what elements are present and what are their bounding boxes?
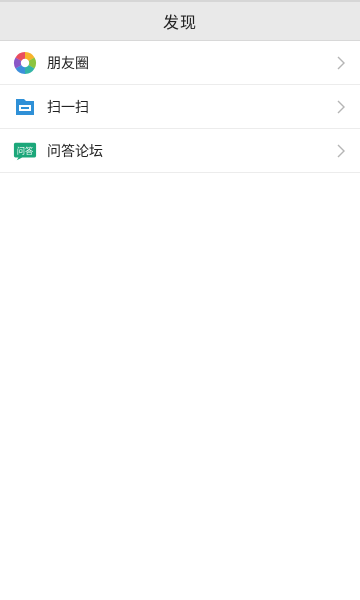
chevron-right-icon — [332, 54, 350, 72]
chevron-right-icon — [332, 142, 350, 160]
forum-icon-text: 问答 — [17, 145, 34, 155]
aperture-icon — [13, 51, 37, 75]
list-item-label: 扫一扫 — [47, 99, 89, 116]
discover-list: 朋友圈 扫一扫 问答 问答论坛 — [0, 41, 360, 173]
list-item-scan[interactable]: 扫一扫 — [0, 85, 360, 129]
forum-icon: 问答 — [13, 139, 37, 163]
scan-icon — [13, 95, 37, 119]
page-title-bar: 发现 — [0, 2, 360, 41]
list-item-label: 问答论坛 — [47, 143, 103, 160]
list-item-forum[interactable]: 问答 问答论坛 — [0, 129, 360, 173]
page-title: 发现 — [162, 13, 197, 32]
list-item-label: 朋友圈 — [47, 55, 89, 72]
list-item-moments[interactable]: 朋友圈 — [0, 41, 360, 85]
chevron-right-icon — [332, 98, 350, 116]
